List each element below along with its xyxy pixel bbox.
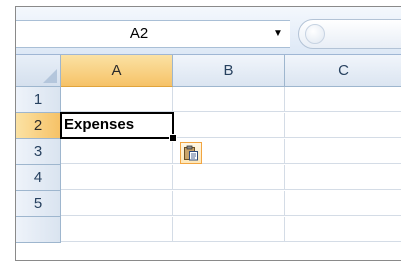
paste-options-icon [184,145,198,161]
name-box-value[interactable]: A2 [16,21,262,47]
row-header-2[interactable]: 2 [16,113,61,139]
column-header-row: A B C [16,55,401,87]
column-header-b[interactable]: B [173,55,285,87]
row-header-6[interactable] [16,217,61,243]
formula-input[interactable] [298,19,401,49]
column-header-a[interactable]: A [61,55,173,87]
row-header-4[interactable]: 4 [16,165,61,191]
cell-a4[interactable] [61,165,173,190]
formula-bar: A2 ▼ [16,7,401,55]
cell-a6[interactable] [61,217,173,242]
cell-b4[interactable] [173,165,285,190]
paste-options-button[interactable] [180,142,202,164]
cell-b2[interactable] [173,113,285,138]
cell-b5[interactable] [173,191,285,216]
cell-c4[interactable] [285,165,401,190]
cell-a5[interactable] [61,191,173,216]
cell-a3[interactable] [61,139,173,164]
cell-b6[interactable] [173,217,285,242]
cell-c1[interactable] [285,87,401,112]
cell-a1[interactable] [61,87,173,112]
name-box[interactable]: A2 ▼ [16,20,290,48]
row-header-5[interactable]: 5 [16,191,61,217]
insert-function-icon[interactable] [305,24,325,44]
row-header-3[interactable]: 3 [16,139,61,165]
cell-a2[interactable]: Expenses [60,112,174,139]
cell-b1[interactable] [173,87,285,112]
cell-c5[interactable] [285,191,401,216]
column-header-c[interactable]: C [285,55,401,87]
cell-c3[interactable] [285,139,401,164]
chevron-down-icon[interactable]: ▼ [270,21,286,47]
cell-c6[interactable] [285,217,401,242]
row-header-1[interactable]: 1 [16,87,61,113]
spreadsheet-window: A2 ▼ A B C 1 2 3 4 5 Expenses [15,6,401,261]
select-all-button[interactable] [16,55,61,87]
cell-c2[interactable] [285,113,401,138]
fill-handle[interactable] [169,134,177,142]
select-all-icon [43,69,57,83]
